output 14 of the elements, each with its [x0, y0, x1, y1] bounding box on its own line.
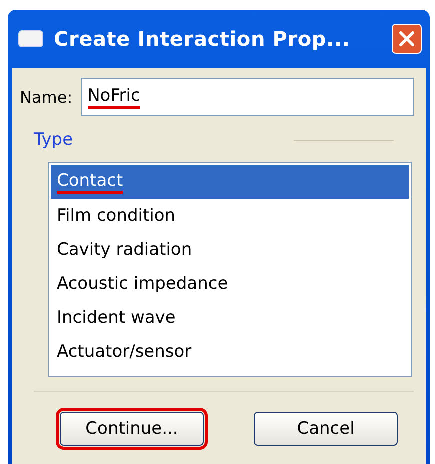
- type-list-item[interactable]: Contact: [51, 165, 409, 199]
- close-button[interactable]: [392, 24, 422, 54]
- name-label: Name:: [20, 88, 73, 106]
- close-icon: [398, 30, 416, 48]
- window-icon: [18, 30, 44, 48]
- type-list-item[interactable]: Film condition: [51, 199, 409, 233]
- type-list-item[interactable]: Cavity radiation: [51, 233, 409, 267]
- window-title: Create Interaction Prop...: [54, 27, 352, 51]
- type-list-item[interactable]: Acoustic impedance: [51, 267, 409, 301]
- type-list-item[interactable]: Actuator/sensor: [51, 335, 409, 369]
- type-list-item[interactable]: Incident wave: [51, 301, 409, 335]
- name-field[interactable]: NoFric: [80, 78, 414, 116]
- type-group-label: Type: [34, 130, 74, 150]
- cancel-button[interactable]: Cancel: [254, 412, 398, 446]
